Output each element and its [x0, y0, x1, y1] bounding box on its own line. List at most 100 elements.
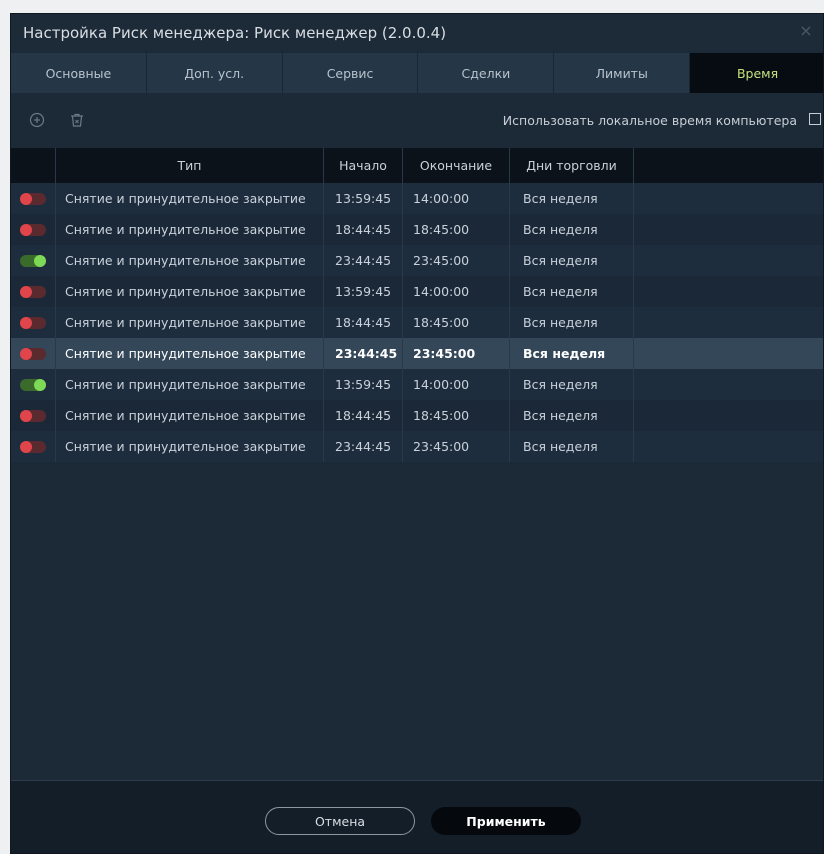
toggle-off-icon[interactable]	[20, 440, 46, 453]
risk-manager-settings-window: Настройка Риск менеджера: Риск менеджер …	[10, 13, 824, 854]
start-cell: 13:59:45	[324, 369, 403, 400]
fill-cell	[634, 369, 823, 400]
window-title: Настройка Риск менеджера: Риск менеджер …	[23, 24, 447, 42]
tab-1[interactable]: Доп. усл.	[146, 53, 283, 93]
toggle-on-icon[interactable]	[20, 378, 46, 391]
table-row[interactable]: Снятие и принудительное закрытие 13:59:45…	[11, 276, 823, 307]
add-circle-icon[interactable]	[27, 110, 47, 130]
end-cell: 18:45:00	[403, 214, 510, 245]
fill-cell	[634, 245, 823, 276]
tab-2[interactable]: Сервис	[282, 53, 419, 93]
schedule-table: Тип Начало Окончание Дни торговли Снятие…	[11, 148, 823, 462]
end-cell: 23:45:00	[403, 431, 510, 462]
days-cell: Вся неделя	[510, 276, 634, 307]
toggle-cell	[11, 214, 56, 245]
toggle-cell	[11, 431, 56, 462]
toggle-knob	[34, 378, 46, 391]
fill-cell	[634, 276, 823, 307]
end-cell: 14:00:00	[403, 183, 510, 214]
header-type[interactable]: Тип	[56, 148, 324, 183]
days-cell: Вся неделя	[510, 307, 634, 338]
table-row[interactable]: Снятие и принудительное закрытие 23:44:45…	[11, 245, 823, 276]
toggle-cell	[11, 338, 56, 369]
tab-4[interactable]: Лимиты	[554, 53, 691, 93]
days-cell: Вся неделя	[510, 431, 634, 462]
toggle-off-icon[interactable]	[20, 316, 46, 329]
days-cell: Вся неделя	[510, 369, 634, 400]
local-time-label: Использовать локальное время компьютера	[502, 113, 797, 128]
start-cell: 13:59:45	[324, 183, 403, 214]
type-cell: Снятие и принудительное закрытие	[56, 307, 324, 338]
days-cell: Вся неделя	[510, 400, 634, 431]
table-row[interactable]: Снятие и принудительное закрытие 18:44:45…	[11, 400, 823, 431]
table-row[interactable]: Снятие и принудительное закрытие 13:59:45…	[11, 369, 823, 400]
fill-cell	[634, 183, 823, 214]
trash-icon[interactable]	[67, 110, 87, 130]
toggle-off-icon[interactable]	[20, 409, 46, 422]
table-row[interactable]: Снятие и принудительное закрытие 13:59:45…	[11, 183, 823, 214]
table-row[interactable]: Снятие и принудительное закрытие 23:44:45…	[11, 431, 823, 462]
end-cell: 18:45:00	[403, 307, 510, 338]
toggle-off-icon[interactable]	[20, 223, 46, 236]
type-cell: Снятие и принудительное закрытие	[56, 183, 324, 214]
toggle-cell	[11, 245, 56, 276]
toggle-knob	[20, 409, 32, 422]
start-cell: 23:44:45	[324, 245, 403, 276]
table-row[interactable]: Снятие и принудительное закрытие 18:44:45…	[11, 214, 823, 245]
toggle-off-icon[interactable]	[20, 192, 46, 205]
type-cell: Снятие и принудительное закрытие	[56, 431, 324, 462]
cancel-button[interactable]: Отмена	[265, 807, 415, 835]
header-end[interactable]: Окончание	[403, 148, 510, 183]
tab-bar: Основные Доп. усл. Сервис Сделки Лимиты Время	[11, 53, 823, 93]
toolbar: Использовать локальное время компьютера	[11, 103, 823, 139]
tab-5[interactable]: Время	[690, 53, 823, 93]
table-body: Снятие и принудительное закрытие 13:59:45…	[11, 183, 823, 462]
toggle-off-icon[interactable]	[20, 285, 46, 298]
toggle-knob	[20, 316, 32, 329]
header-days[interactable]: Дни торговли	[510, 148, 634, 183]
tab-3[interactable]: Сделки	[418, 53, 555, 93]
title-bar: Настройка Риск менеджера: Риск менеджер …	[11, 14, 823, 52]
fill-cell	[634, 307, 823, 338]
days-cell: Вся неделя	[510, 183, 634, 214]
toggle-off-icon[interactable]	[20, 347, 46, 360]
end-cell: 23:45:00	[403, 245, 510, 276]
local-time-checkbox[interactable]	[809, 113, 821, 125]
end-cell: 14:00:00	[403, 276, 510, 307]
days-cell: Вся неделя	[510, 214, 634, 245]
fill-cell	[634, 400, 823, 431]
type-cell: Снятие и принудительное закрытие	[56, 245, 324, 276]
close-icon[interactable]: ×	[795, 20, 817, 42]
type-cell: Снятие и принудительное закрытие	[56, 214, 324, 245]
toggle-knob	[20, 192, 32, 205]
toggle-knob	[20, 440, 32, 453]
fill-cell	[634, 431, 823, 462]
toggle-knob	[20, 285, 32, 298]
days-cell: Вся неделя	[510, 338, 634, 369]
toggle-knob	[34, 254, 46, 267]
apply-button[interactable]: Применить	[431, 807, 581, 835]
table-row[interactable]: Снятие и принудительное закрытие 18:44:45…	[11, 307, 823, 338]
tab-0[interactable]: Основные	[11, 53, 147, 93]
header-toggle	[11, 148, 56, 183]
type-cell: Снятие и принудительное закрытие	[56, 338, 324, 369]
end-cell: 14:00:00	[403, 369, 510, 400]
header-start[interactable]: Начало	[324, 148, 403, 183]
toggle-cell	[11, 276, 56, 307]
end-cell: 18:45:00	[403, 400, 510, 431]
start-cell: 18:44:45	[324, 400, 403, 431]
start-cell: 13:59:45	[324, 276, 403, 307]
toggle-cell	[11, 369, 56, 400]
toggle-knob	[20, 347, 32, 360]
start-cell: 18:44:45	[324, 307, 403, 338]
table-row[interactable]: Снятие и принудительное закрытие 23:44:45…	[11, 338, 823, 369]
toggle-knob	[20, 223, 32, 236]
toggle-on-icon[interactable]	[20, 254, 46, 267]
fill-cell	[634, 338, 823, 369]
type-cell: Снятие и принудительное закрытие	[56, 276, 324, 307]
end-cell: 23:45:00	[403, 338, 510, 369]
header-fill	[634, 148, 823, 183]
fill-cell	[634, 214, 823, 245]
toggle-cell	[11, 307, 56, 338]
toggle-cell	[11, 183, 56, 214]
